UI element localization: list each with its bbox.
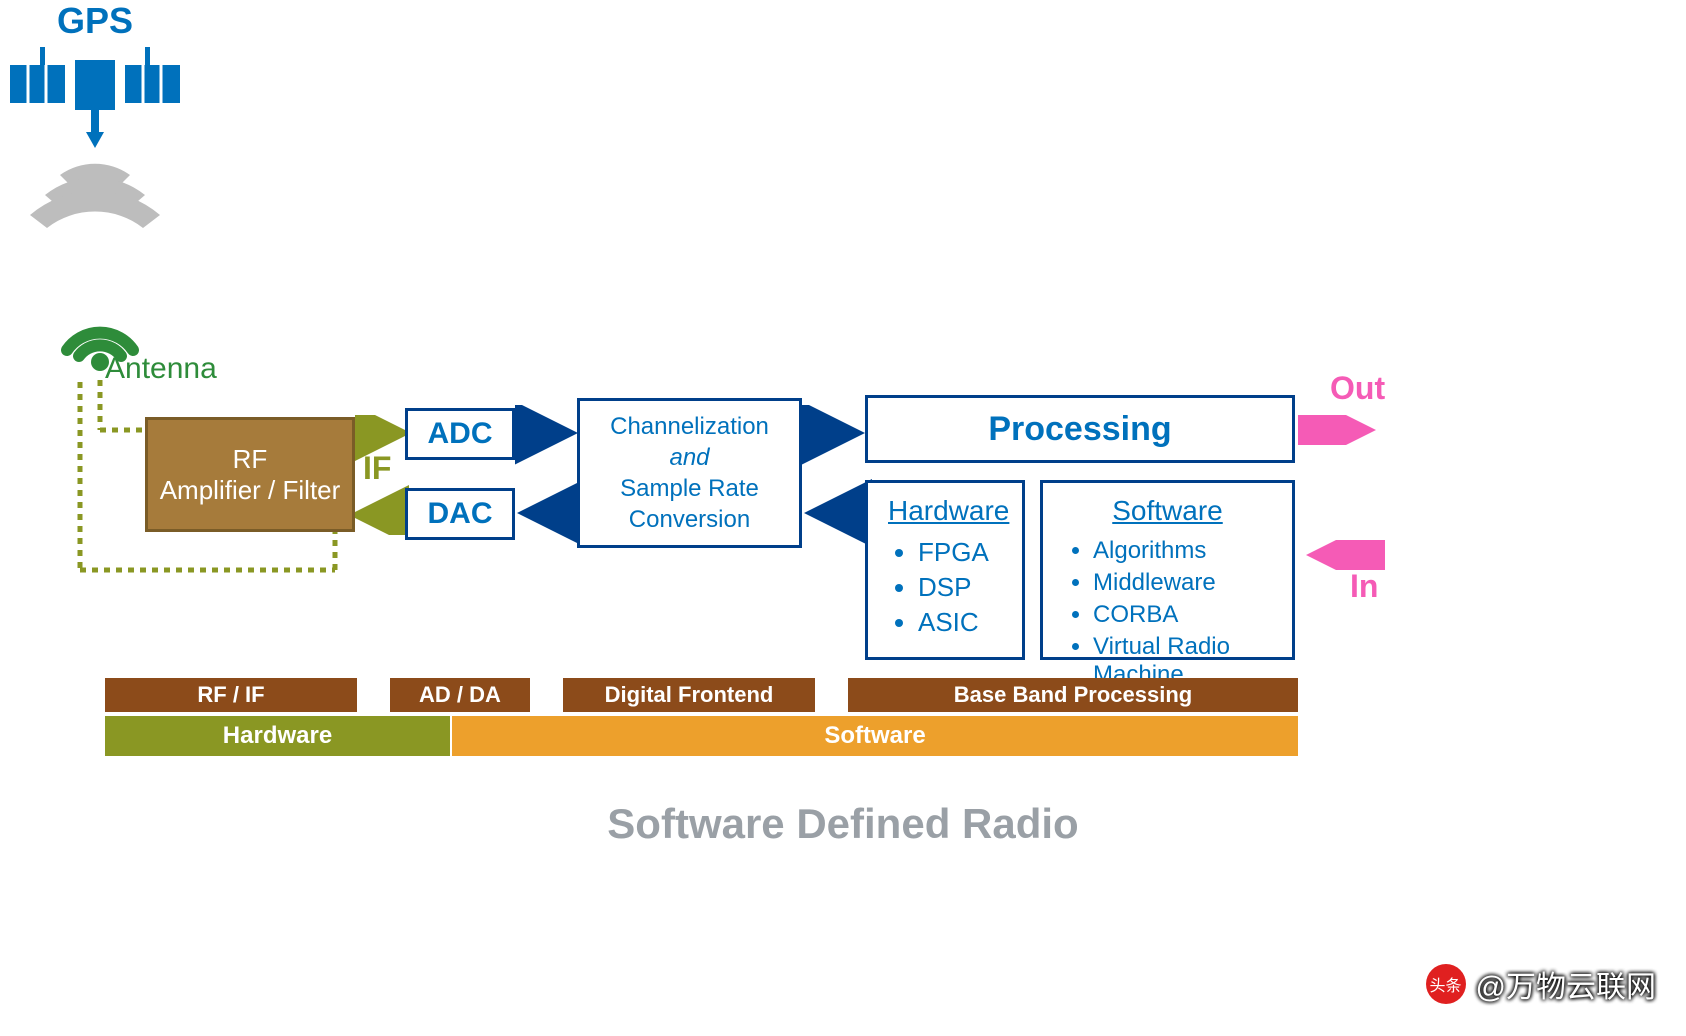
chan-line4: Conversion [629,504,750,535]
in-arrow-icon [1300,540,1385,570]
list-item: ASIC [918,607,1002,638]
channelization-block: Channelization and Sample Rate Conversio… [577,398,802,548]
in-label: In [1350,568,1378,605]
stage-bar-digital-frontend: Digital Frontend [563,678,815,712]
software-items: Algorithms Middleware CORBA Virtual Radi… [1063,537,1272,689]
list-item: DSP [918,572,1002,603]
watermark: 头条 @万物云联网 [1426,962,1656,1006]
watermark-badge: 头条 [1426,964,1466,1004]
list-item: Middleware [1093,569,1272,597]
list-item: FPGA [918,537,1002,568]
out-label: Out [1330,370,1385,407]
rf-amplifier-filter-block: RF Amplifier / Filter [145,417,355,532]
rf-line2: Amplifier / Filter [160,475,341,506]
software-title: Software [1063,495,1272,527]
stage-bar-ad-da: AD / DA [390,678,530,712]
software-list-block: Software Algorithms Middleware CORBA Vir… [1040,480,1295,660]
processing-text: Processing [988,410,1171,449]
chan-proc-arrows [802,405,872,545]
stage-bar-baseband: Base Band Processing [848,678,1298,712]
gps-label: GPS [57,0,133,42]
stage-bar-rf-if: RF / IF [105,678,357,712]
rf-line1: RF [160,444,341,475]
dac-block: DAC [405,488,515,540]
hardware-items: FPGA DSP ASIC [888,537,1002,638]
hardware-list-block: Hardware FPGA DSP ASIC [865,480,1025,660]
list-item: Algorithms [1093,537,1272,565]
diagram-title: Software Defined Radio [0,800,1686,848]
hardware-title: Hardware [888,495,1002,527]
adc-block: ADC [405,408,515,460]
processing-block: Processing [865,395,1295,463]
dac-text: DAC [428,497,493,531]
adc-text: ADC [428,417,493,451]
chan-line3: Sample Rate [620,473,759,504]
list-item: CORBA [1093,601,1272,629]
watermark-handle: @万物云联网 [1476,962,1656,1006]
adc-chan-arrows [515,405,585,545]
stage-bar-software: Software [452,716,1298,756]
chan-line1: Channelization [610,411,769,442]
stage-bar-hardware: Hardware [105,716,450,756]
chan-line2: and [669,442,709,473]
out-arrow-icon [1298,415,1383,445]
